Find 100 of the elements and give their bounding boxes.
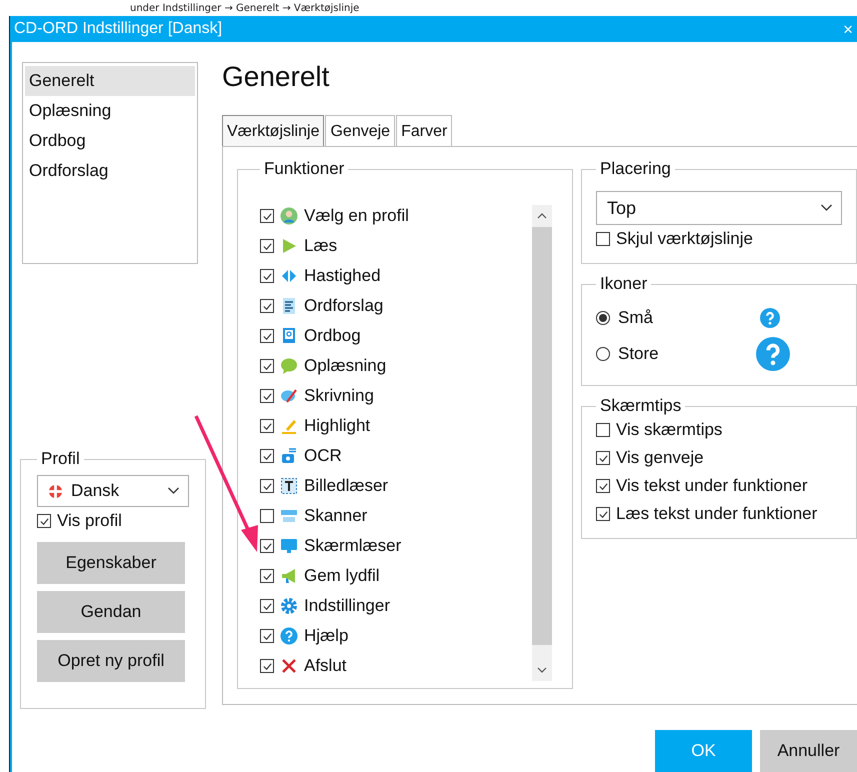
checkbox[interactable] <box>260 299 274 313</box>
function-row[interactable]: Oplæsning <box>260 351 532 381</box>
highlighter-icon <box>280 417 298 435</box>
book-search-icon <box>280 327 298 345</box>
checkbox[interactable] <box>260 269 274 283</box>
radio-button[interactable] <box>596 311 610 325</box>
radio-label: Små <box>618 308 653 328</box>
cancel-button[interactable]: Annuller <box>760 730 857 772</box>
function-label: Oplæsning <box>304 356 386 376</box>
checkmark-icon <box>262 660 272 672</box>
text-frame-icon <box>280 477 298 495</box>
function-row[interactable]: Vælg en profil <box>260 201 532 231</box>
profile-button[interactable]: Opret ny profil <box>37 640 185 682</box>
checkbox-row[interactable]: Vis skærmtips <box>596 416 842 444</box>
sidebar-item[interactable]: Ordforslag <box>25 156 195 186</box>
function-row[interactable]: Læs <box>260 231 532 261</box>
checkmark-icon <box>262 390 272 402</box>
checkbox[interactable] <box>596 451 610 465</box>
checkbox[interactable] <box>260 449 274 463</box>
help-icon <box>280 627 298 645</box>
checkbox[interactable] <box>260 239 274 253</box>
checkmark-icon <box>598 480 608 492</box>
checkbox-row[interactable]: Vis profil <box>37 507 189 535</box>
function-label: Gem lydfil <box>304 566 380 586</box>
chevron-icon <box>820 204 833 212</box>
function-row[interactable]: Gem lydfil <box>260 561 532 591</box>
scroll-up-icon <box>537 213 547 219</box>
function-row[interactable]: Skrivning <box>260 381 532 411</box>
sidebar-item[interactable]: Oplæsning <box>25 96 195 126</box>
function-label: Billedlæser <box>304 476 388 496</box>
tab[interactable]: Genveje <box>325 115 396 146</box>
radio-label: Store <box>618 344 659 364</box>
caption-text: under Indstillinger → Generelt → Værktøjslinje <box>130 2 360 14</box>
checkmark-icon <box>262 450 272 462</box>
function-label: Ordbog <box>304 326 361 346</box>
function-row[interactable]: Afslut <box>260 651 532 681</box>
function-row[interactable]: Ordbog <box>260 321 532 351</box>
checkbox[interactable] <box>596 479 610 493</box>
radio-option[interactable]: Store <box>596 344 756 364</box>
language-dropdown[interactable]: Dansk <box>37 475 189 507</box>
function-row[interactable]: Hastighed <box>260 261 532 291</box>
checkbox[interactable] <box>260 659 274 673</box>
function-label: Highlight <box>304 416 370 436</box>
checkbox[interactable] <box>260 359 274 373</box>
placement-dropdown[interactable]: Top <box>596 191 842 225</box>
function-row[interactable]: Skærmlæser <box>260 531 532 561</box>
checkbox[interactable] <box>260 629 274 643</box>
pen-bubble-icon <box>280 387 298 405</box>
checkmark-icon <box>262 480 272 492</box>
function-row[interactable]: Indstillinger <box>260 591 532 621</box>
checkbox-label: Vis genveje <box>616 448 704 468</box>
checkbox[interactable] <box>260 209 274 223</box>
checkbox[interactable] <box>37 514 51 528</box>
speed-arrows-icon <box>280 267 298 285</box>
group-title: Skærmtips <box>599 396 682 416</box>
checkbox[interactable] <box>260 509 274 523</box>
checkmark-icon <box>262 240 272 252</box>
checkbox[interactable] <box>260 539 274 553</box>
profile-button[interactable]: Gendan <box>37 591 185 633</box>
function-row[interactable]: Ordforslag <box>260 291 532 321</box>
window-title: CD-ORD Indstillinger [Dansk] <box>14 20 222 38</box>
function-label: Ordforslag <box>304 296 384 316</box>
checkbox-row[interactable]: Skjul værktøjslinje <box>596 225 842 253</box>
checkbox-row[interactable]: Læs tekst under funktioner <box>596 500 842 528</box>
checkbox[interactable] <box>596 423 610 437</box>
checkmark-icon <box>262 420 272 432</box>
function-label: Vælg en profil <box>304 206 409 226</box>
checkmark-icon <box>262 210 272 222</box>
checkmark-icon <box>38 516 50 526</box>
function-row[interactable]: OCR <box>260 441 532 471</box>
group-title: Ikoner <box>599 274 648 294</box>
checkmark-icon <box>262 630 272 642</box>
checkbox[interactable] <box>260 329 274 343</box>
page-heading: Generelt <box>222 61 330 94</box>
function-row[interactable]: Highlight <box>260 411 532 441</box>
checkbox[interactable] <box>260 479 274 493</box>
checkmark-icon <box>262 540 272 552</box>
radio-option[interactable]: Små <box>596 308 756 328</box>
tab[interactable]: Værktøjslinje <box>222 115 324 146</box>
checkbox[interactable] <box>260 389 274 403</box>
function-row[interactable]: Hjælp <box>260 621 532 651</box>
checkbox[interactable] <box>596 507 610 521</box>
radio-button[interactable] <box>596 347 610 361</box>
checkbox-row[interactable]: Vis tekst under funktioner <box>596 472 842 500</box>
profile-button[interactable]: Egenskaber <box>37 542 185 584</box>
checkbox[interactable] <box>260 599 274 613</box>
tab[interactable]: Farver <box>396 115 452 146</box>
function-label: OCR <box>304 446 342 466</box>
sidebar-item[interactable]: Ordbog <box>25 126 195 156</box>
checkmark-icon <box>262 570 272 582</box>
checkbox[interactable] <box>596 232 610 246</box>
function-row[interactable]: Skanner <box>260 501 532 531</box>
checkbox[interactable] <box>260 419 274 433</box>
checkbox-label: Vis tekst under funktioner <box>616 476 808 496</box>
sidebar-item[interactable]: Generelt <box>25 66 195 96</box>
speech-bubble-icon <box>280 357 298 375</box>
scanner-icon <box>280 507 298 525</box>
function-row[interactable]: Billedlæser <box>260 471 532 501</box>
checkbox-row[interactable]: Vis genveje <box>596 444 842 472</box>
checkbox[interactable] <box>260 569 274 583</box>
